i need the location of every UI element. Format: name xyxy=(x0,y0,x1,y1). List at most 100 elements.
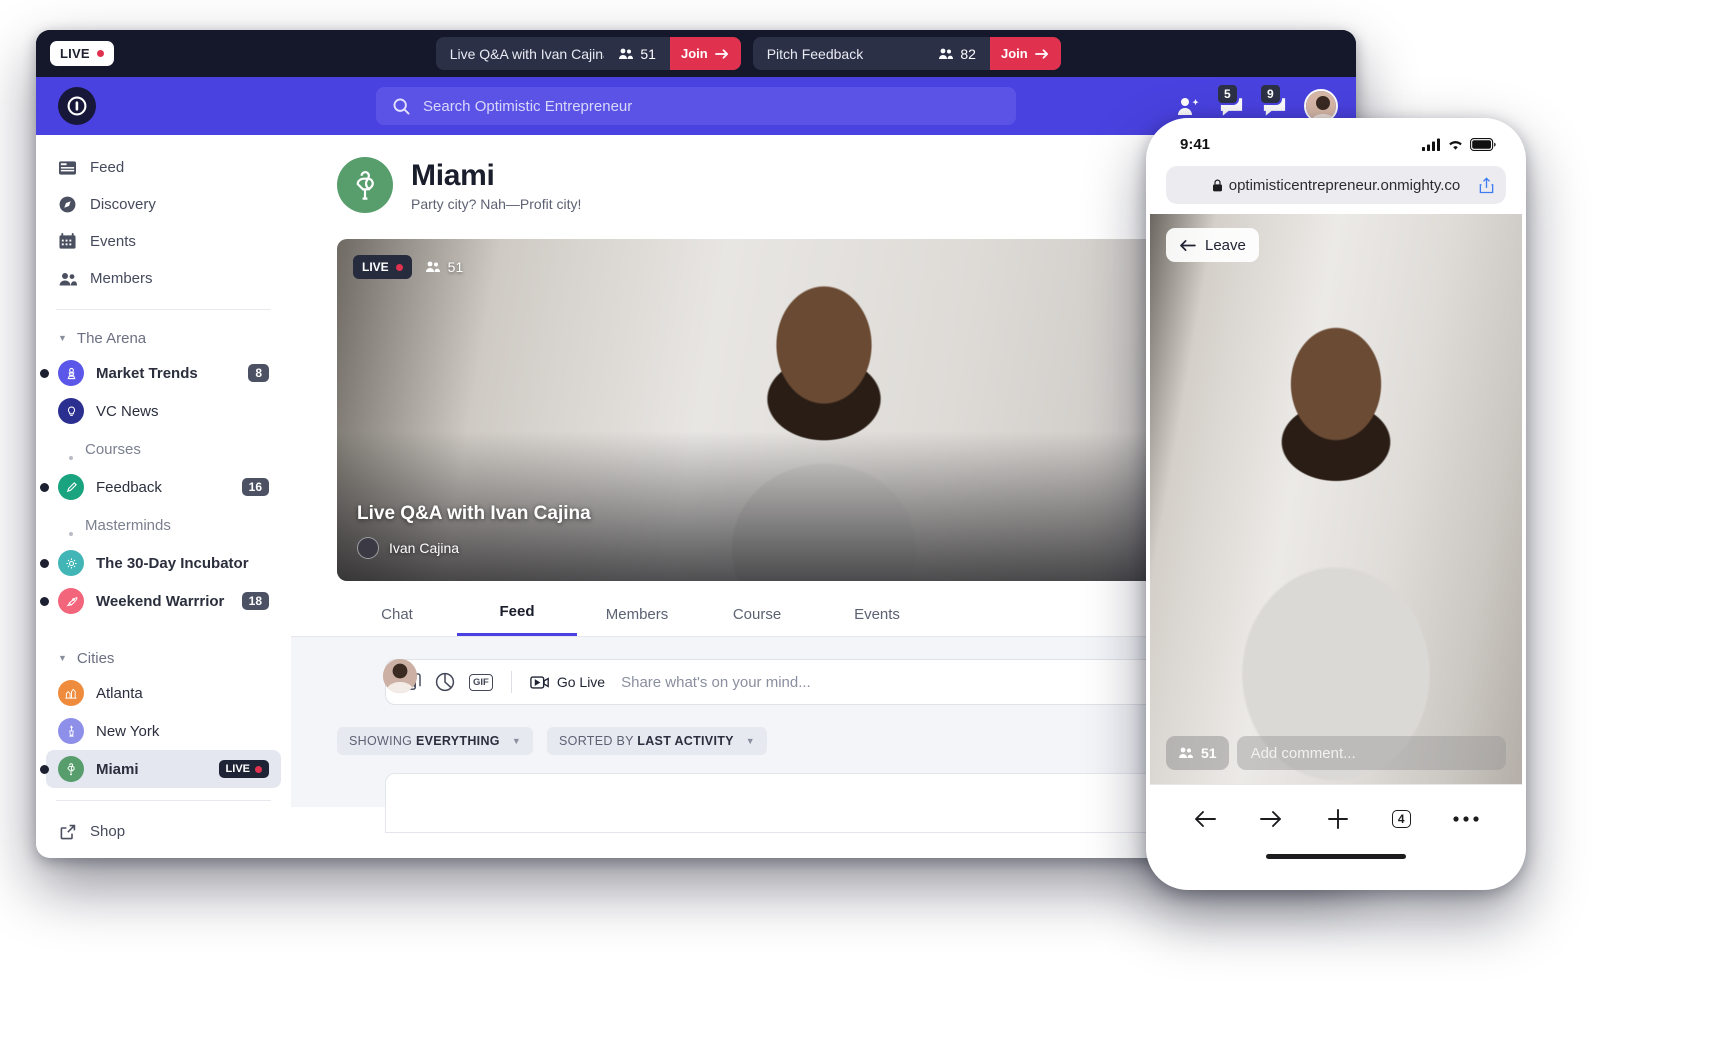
filter-sorted-by[interactable]: SORTED BY LAST ACTIVITY ▼ xyxy=(547,727,768,755)
join-button-1-label: Join xyxy=(680,46,708,61)
sidebar-item-masterminds[interactable]: Masterminds xyxy=(46,506,281,544)
share-icon[interactable] xyxy=(1479,176,1494,194)
live-session-2[interactable]: Pitch Feedback 82 Join xyxy=(752,37,1061,70)
tab-feed[interactable]: Feed xyxy=(457,603,577,636)
live-session-1[interactable]: Live Q&A with Ivan Cajina 51 Join xyxy=(435,37,741,70)
stream-bottom-bar: 51 Add comment... xyxy=(1166,736,1506,770)
arrow-right-icon xyxy=(1260,810,1282,827)
sidebar-item-feed[interactable]: Feed xyxy=(46,149,281,186)
forward-button[interactable] xyxy=(1259,809,1283,829)
sidebar-item-events[interactable]: Events xyxy=(46,223,281,260)
poll-icon[interactable] xyxy=(435,672,455,692)
search-icon xyxy=(393,98,410,114)
messages-button[interactable]: 5 xyxy=(1216,83,1245,118)
video-viewer-count-value: 51 xyxy=(447,259,464,275)
tabs-button[interactable]: 4 xyxy=(1391,809,1411,828)
phone-notch xyxy=(1262,122,1410,148)
lock-icon xyxy=(1212,179,1222,191)
more-button[interactable] xyxy=(1453,815,1479,823)
sidebar-item-vc-news-label: VC News xyxy=(96,402,159,420)
compass-icon xyxy=(58,196,77,213)
video-live-label: LIVE xyxy=(362,260,389,274)
leave-button[interactable]: Leave xyxy=(1166,228,1259,262)
chevron-down-icon: ▼ xyxy=(511,736,522,746)
sidebar-item-courses[interactable]: Courses xyxy=(46,430,281,468)
sidebar-item-weekend-warrrior-label: Weekend Warrrior xyxy=(96,592,225,610)
cellular-signal-icon xyxy=(1422,138,1440,151)
sidebar-item-market-trends-badge: 8 xyxy=(248,364,269,382)
go-live-button[interactable]: Go Live xyxy=(530,674,605,690)
feed-icon xyxy=(58,160,77,176)
members-icon xyxy=(425,261,440,272)
address-bar[interactable]: optimisticentrepreneur.onmighty.co xyxy=(1166,166,1506,204)
brand-logo-icon[interactable] xyxy=(58,87,96,125)
sidebar-item-new-york-label: New York xyxy=(96,722,160,740)
filter-showing[interactable]: SHOWING EVERYTHING ▼ xyxy=(337,727,534,755)
unread-dot-icon xyxy=(40,558,49,568)
sidebar-group-the-arena-label: The Arena xyxy=(76,329,147,347)
sidebar-item-market-trends[interactable]: Market Trends 8 xyxy=(40,354,281,392)
live-session-1-count: 51 xyxy=(618,46,656,62)
video-live-indicator: LIVE 51 xyxy=(353,255,463,279)
back-button[interactable] xyxy=(1193,809,1217,829)
sidebar-item-miami[interactable]: Miami LIVE xyxy=(40,750,281,788)
notifications-button[interactable]: 9 xyxy=(1259,83,1288,118)
filter-sorted-by-value: LAST ACTIVITY xyxy=(637,734,734,748)
sidebar-item-atlanta[interactable]: Atlanta xyxy=(46,674,281,712)
video-live-chip: LIVE xyxy=(353,255,412,279)
leave-button-label: Leave xyxy=(1205,236,1246,254)
sidebar-item-discovery[interactable]: Discovery xyxy=(46,186,281,223)
live-indicator-chip[interactable]: LIVE xyxy=(50,41,114,66)
wifi-icon xyxy=(1449,140,1462,150)
new-tab-button[interactable] xyxy=(1326,807,1350,831)
sidebar-item-weekend-warrrior[interactable]: Weekend Warrrior 18 xyxy=(40,582,281,620)
sidebar-item-members[interactable]: Members xyxy=(46,260,281,297)
live-chip-label: LIVE xyxy=(60,46,90,61)
market-trends-icon xyxy=(58,360,84,386)
comment-input[interactable]: Add comment... xyxy=(1236,736,1506,770)
sidebar-item-feedback[interactable]: Feedback 16 xyxy=(40,468,281,506)
sidebar-item-the-30-day-incubator[interactable]: The 30-Day Incubator xyxy=(40,544,281,582)
sidebar-item-market-trends-label: Market Trends xyxy=(96,364,198,382)
composer-divider xyxy=(510,671,512,693)
phone-mockup: 9:41 optimisticentrepreneur.onmighty.co … xyxy=(1146,118,1526,890)
unread-dot-icon xyxy=(40,482,49,492)
sidebar-item-discovery-label: Discovery xyxy=(90,196,156,213)
chevron-down-icon: ▼ xyxy=(745,736,756,746)
tab-chat[interactable]: Chat xyxy=(337,606,457,636)
tab-members[interactable]: Members xyxy=(577,606,697,636)
sidebar-group-the-arena[interactable]: ▼ The Arena xyxy=(46,322,281,354)
tab-course[interactable]: Course xyxy=(697,606,817,636)
join-button-1[interactable]: Join xyxy=(669,37,741,70)
gif-icon[interactable]: GIF xyxy=(469,673,493,691)
sidebar-item-feedback-badge: 16 xyxy=(241,478,269,496)
phone-live-stream[interactable]: Leave 51 Add comment... xyxy=(1150,214,1522,784)
tab-events[interactable]: Events xyxy=(817,606,937,636)
members-icon xyxy=(1179,747,1193,758)
search-input[interactable]: Search Optimistic Entrepreneur xyxy=(376,87,1016,125)
sub-item-dot-icon xyxy=(69,532,73,536)
sidebar-item-masterminds-label: Masterminds xyxy=(85,516,171,534)
page-subtitle: Party city? Nah—Profit city! xyxy=(411,195,582,212)
video-viewer-count: 51 xyxy=(425,259,464,275)
sidebar-item-events-label: Events xyxy=(90,233,136,250)
filter-showing-value: EVERYTHING xyxy=(416,734,500,748)
sidebar-item-courses-label: Courses xyxy=(85,440,141,458)
sidebar-item-vc-news[interactable]: VC News xyxy=(46,392,281,430)
unread-dot-icon xyxy=(40,764,49,774)
rocket-icon xyxy=(58,588,84,614)
miami-live-badge-label: LIVE xyxy=(225,763,250,775)
arrow-left-icon xyxy=(1195,810,1217,827)
composer-tools: GIF Go Live xyxy=(400,671,605,693)
sidebar-item-podcast[interactable]: Podcast xyxy=(46,850,281,858)
sidebar-group-cities[interactable]: ▼ Cities xyxy=(46,642,281,674)
sidebar-item-shop[interactable]: Shop xyxy=(46,813,281,850)
page-title: Miami xyxy=(411,158,495,192)
live-dot-icon xyxy=(255,765,262,773)
external-link-icon xyxy=(58,824,77,840)
sidebar-item-new-york[interactable]: New York xyxy=(46,712,281,750)
notifications-badge: 9 xyxy=(1259,83,1282,105)
join-button-2[interactable]: Join xyxy=(989,37,1061,70)
group-avatar-flamingo-icon xyxy=(337,157,393,213)
add-person-icon[interactable] xyxy=(1176,95,1202,117)
